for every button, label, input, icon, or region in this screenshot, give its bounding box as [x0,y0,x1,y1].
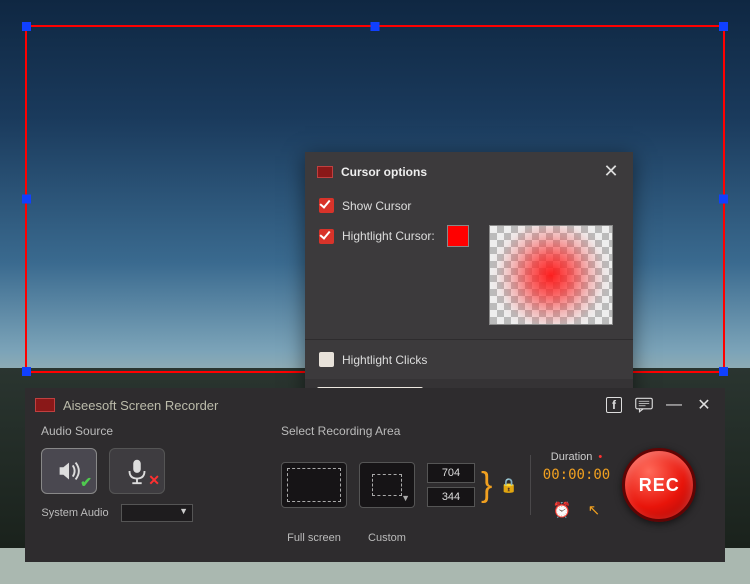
facebook-icon: f [606,397,622,413]
full-screen-label: Full screen [281,532,347,544]
cursor-panel-title: Cursor options [341,165,427,179]
custom-rect-icon [372,474,402,496]
highlight-glow-icon [490,226,612,324]
cursor-options-panel: Cursor options ✕ Show Cursor Hightlight … [305,152,633,419]
app-icon [35,398,55,412]
system-audio-label: System Audio [41,507,109,519]
show-cursor-checkbox[interactable] [319,198,334,213]
feedback-button[interactable] [633,394,655,416]
record-button[interactable]: REC [622,448,696,522]
highlight-color-swatch[interactable] [447,225,469,247]
x-icon: ✕ [148,472,160,489]
duration-time: 00:00:00 [543,467,610,483]
height-input[interactable]: 344 [427,487,475,507]
feedback-icon [635,397,653,413]
microphone-dropdown[interactable] [121,504,193,522]
schedule-button[interactable]: ⏰ [553,501,572,519]
check-icon: ✔ [80,474,92,491]
highlight-clicks-checkbox[interactable] [319,352,334,367]
recording-area-label: Select Recording Area [281,424,709,438]
highlight-cursor-checkbox[interactable] [319,229,334,244]
lock-aspect-button[interactable]: 🔒 [500,477,517,494]
width-input[interactable]: 704 [427,463,475,483]
rec-label: REC [639,475,680,496]
chevron-down-icon: ▼ [401,493,410,503]
custom-area-button[interactable]: ▼ [359,462,415,508]
cursor-options-button[interactable]: ↖ [588,501,601,519]
main-toolbar: Aiseesoft Screen Recorder f — ✕ Audio So… [25,388,725,562]
close-button[interactable]: ✕ [693,394,715,416]
microphone-button[interactable]: ✕ [109,448,165,494]
custom-label: Custom [359,532,415,544]
minimize-button[interactable]: — [663,394,685,416]
highlight-cursor-label: Hightlight Cursor: [342,229,435,243]
full-screen-button[interactable] [281,462,347,508]
fullscreen-rect-icon [287,468,341,502]
app-title: Aiseesoft Screen Recorder [63,398,218,413]
cursor-panel-close-button[interactable]: ✕ [601,162,621,182]
recording-dot-icon: • [598,451,602,463]
highlight-clicks-label: Hightlight Clicks [342,353,427,367]
system-audio-button[interactable]: ✔ [41,448,97,494]
show-cursor-label: Show Cursor [342,199,411,213]
audio-source-label: Audio Source [41,424,261,438]
facebook-button[interactable]: f [603,394,625,416]
bracket-icon: } [481,475,492,495]
divider [530,455,531,515]
highlight-preview [489,225,613,325]
duration-label: Duration [551,451,593,463]
cursor-panel-icon [317,166,333,178]
